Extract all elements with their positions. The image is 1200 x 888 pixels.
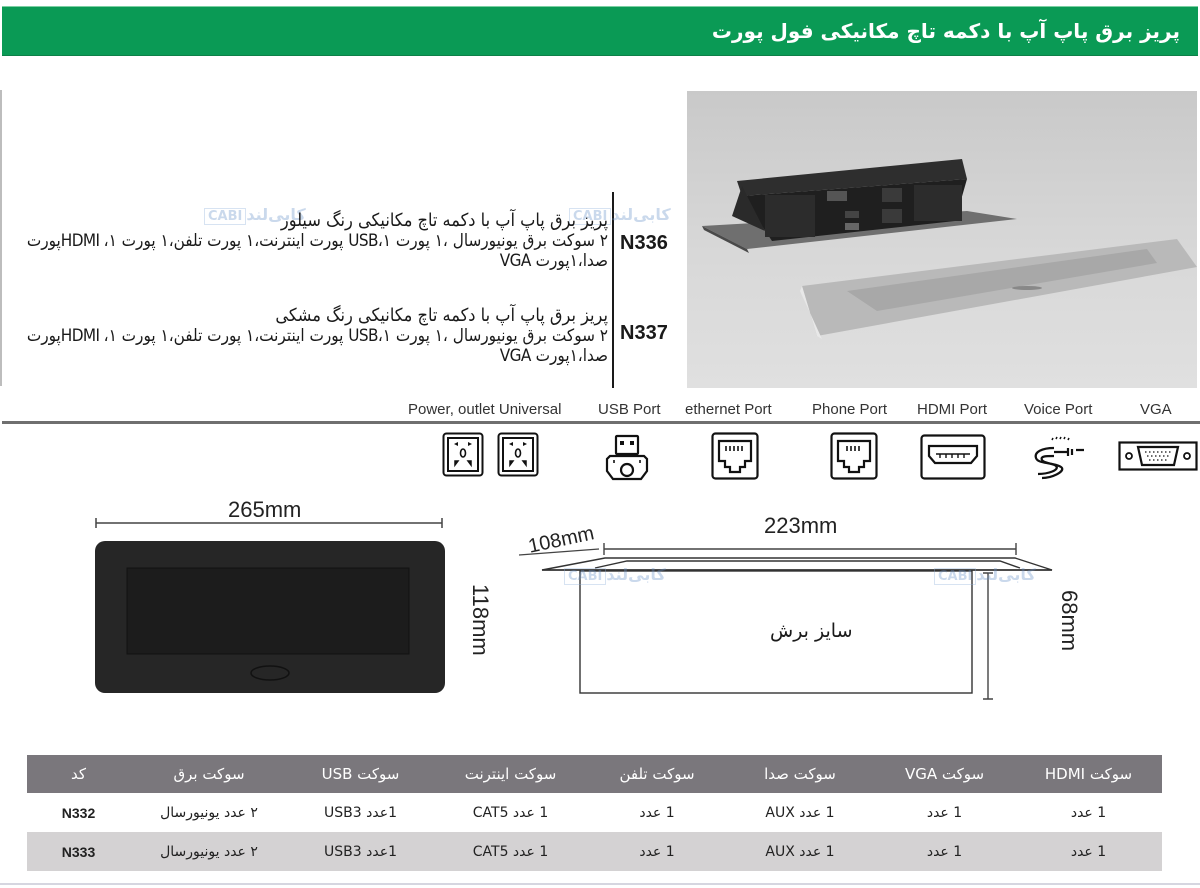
cut-size-label: سایز برش <box>770 620 853 642</box>
cell-usb: 1عدد USB3 <box>288 832 433 871</box>
port-label: ethernet Port <box>685 399 772 418</box>
watermark-logo: CABI <box>934 568 977 585</box>
height-dimension: 118mm <box>468 584 493 656</box>
universal-outlet-icon <box>442 432 484 477</box>
cut-height-dimension: 68mm <box>1057 590 1082 652</box>
product-description: پریز برق پاپ آپ با دکمه تاچ مکانیکی رنگ … <box>10 210 609 271</box>
cutout-drawing <box>518 543 1053 700</box>
usb-icon <box>605 434 649 481</box>
col-usb: سوکت USB <box>288 755 433 793</box>
port-label-text: USB Port <box>598 401 661 418</box>
product-specs: ۲ سوکت برق یونیورسال ،۱ پورت USB،۱ پورت … <box>26 326 609 366</box>
title-bar: پریز برق پاپ آپ با دکمه تاچ مکانیکی فول … <box>2 6 1198 56</box>
cell-phone: 1 عدد <box>588 832 726 871</box>
cell-code: N332 <box>61 804 96 821</box>
watermark-text: کابی‌لند <box>606 565 666 584</box>
cell-power: ۲ عدد یونیورسال <box>160 804 258 821</box>
universal-outlet-icon <box>497 432 539 477</box>
watermark: کابی‌لندCABI <box>560 565 666 585</box>
table-row: 1 عدد 1 عدد 1 عدد AUX 1 عدد 1 عدد CAT5 1… <box>27 793 1162 832</box>
watermark-text: کابی‌لند <box>976 565 1036 584</box>
col-audio: سوکت صدا <box>726 755 874 793</box>
product-code: N337 <box>620 322 668 344</box>
port-label-text: VGA <box>1140 401 1172 418</box>
product-photo-illustration <box>702 159 1197 339</box>
col-power: سوکت برق <box>130 755 288 793</box>
col-hdmi: سوکت HDMI <box>1015 755 1162 793</box>
page-title: پریز برق پاپ آپ با دکمه تاچ مکانیکی فول … <box>711 19 1180 43</box>
cell-vga: 1 عدد <box>926 804 963 821</box>
product-description: پریز برق پاپ آپ با دکمه تاچ مکانیکی رنگ … <box>10 305 609 366</box>
ports-divider <box>2 421 1200 424</box>
port-label-text: Power, outlet Universal <box>408 401 562 418</box>
top-view-drawing <box>95 518 445 693</box>
port-label: Phone Port <box>812 399 887 418</box>
cell-power: ۲ عدد یونیورسال <box>130 832 288 871</box>
bottom-divider <box>0 883 1200 885</box>
phone-port-icon <box>830 432 878 480</box>
port-label: HDMI Port <box>917 399 987 418</box>
product-specs: ۲ سوکت برق یونیورسال ،۱ پورت USB،۱ پورت … <box>26 231 609 271</box>
watermark-text: کابی‌لند <box>611 205 671 224</box>
product-name: پریز برق پاپ آپ با دکمه تاچ مکانیکی رنگ … <box>280 210 608 231</box>
product-name: پریز برق پاپ آپ با دکمه تاچ مکانیکی رنگ … <box>275 305 608 326</box>
product-photo <box>687 91 1197 388</box>
watermark: کابی‌لندCABI <box>930 565 1036 585</box>
port-label: USB Port <box>598 399 661 418</box>
ethernet-icon <box>711 432 759 480</box>
port-label: Voice Port <box>1024 399 1092 418</box>
audio-jack-icon <box>1034 436 1084 480</box>
cell-hdmi: 1 عدد <box>1015 832 1162 871</box>
col-ethernet: سوکت اینترنت <box>433 755 588 793</box>
port-label-text: ethernet Port <box>685 401 772 418</box>
port-label: VGA <box>1140 399 1172 418</box>
hdmi-icon <box>920 434 986 480</box>
cell-audio: 1 عدد AUX <box>765 804 835 821</box>
cell-usb: 1عدد USB3 <box>324 804 397 821</box>
col-phone: سوکت تلفن <box>588 755 726 793</box>
table-row: 1 عدد 1 عدد 1 عدد AUX 1 عدد 1 عدد CAT5 1… <box>27 832 1162 871</box>
port-label-text: HDMI Port <box>917 401 988 418</box>
col-vga: سوکت VGA <box>874 755 1015 793</box>
col-code: کد <box>27 755 130 793</box>
port-label: Power, outlet Universal <box>408 399 561 418</box>
spec-table: سوکت HDMI سوکت VGA سوکت صدا سوکت تلفن سو… <box>27 755 1162 871</box>
cut-width-dimension: 223mm <box>764 513 838 538</box>
cell-ethernet: 1 عدد CAT5 <box>472 804 549 821</box>
product-code: N336 <box>620 232 668 254</box>
watermark-logo: CABI <box>564 568 607 585</box>
cell-hdmi: 1 عدد <box>1070 804 1107 821</box>
width-dimension: 265mm <box>228 497 302 522</box>
cell-audio: 1 عدد AUX <box>726 832 874 871</box>
left-divider <box>0 90 2 386</box>
port-label-text: Phone Port <box>812 401 888 418</box>
vga-icon <box>1118 441 1198 471</box>
cell-phone: 1 عدد <box>639 804 675 821</box>
table-header-row: سوکت HDMI سوکت VGA سوکت صدا سوکت تلفن سو… <box>27 755 1162 793</box>
port-label-text: Voice Port <box>1024 401 1093 418</box>
cell-ethernet: 1 عدد CAT5 <box>433 832 588 871</box>
cell-code: N333 <box>27 832 130 871</box>
cell-vga: 1 عدد <box>874 832 1015 871</box>
